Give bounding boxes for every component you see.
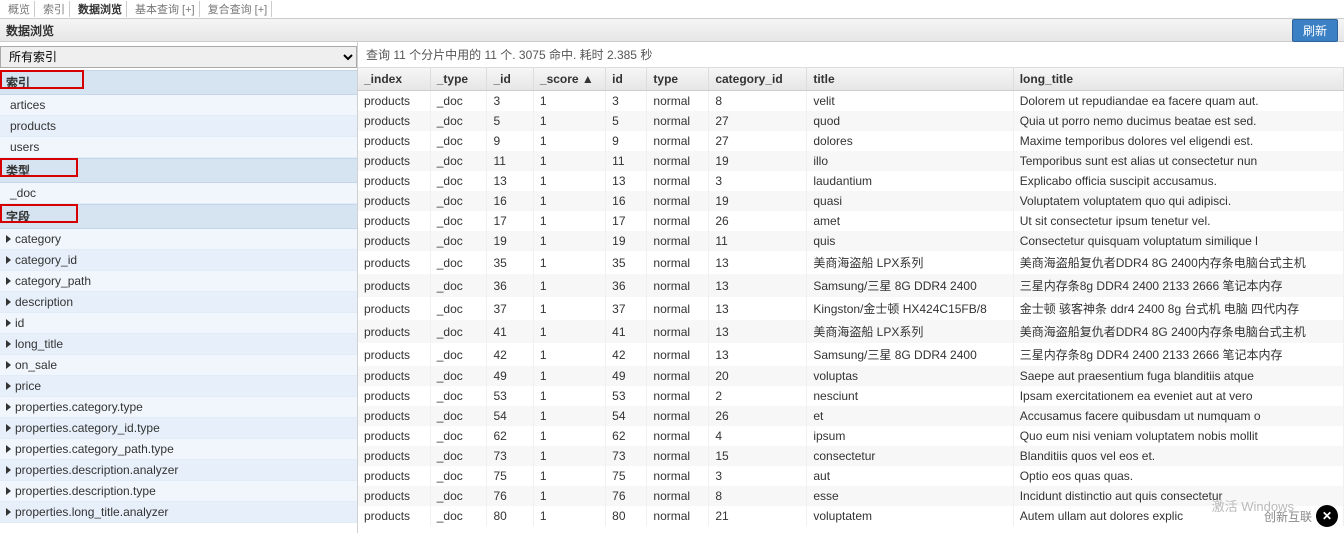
main-panel: 查询 11 个分片中用的 11 个. 3075 命中. 耗时 2.385 秒 _… bbox=[358, 42, 1344, 533]
table-row[interactable]: products_doc13113normal3laudantiumExplic… bbox=[358, 171, 1344, 191]
expand-icon bbox=[6, 298, 11, 306]
table-row[interactable]: products_doc919normal27doloresMaxime tem… bbox=[358, 131, 1344, 151]
table-row[interactable]: products_doc54154normal26etAccusamus fac… bbox=[358, 406, 1344, 426]
col-long_title[interactable]: long_title bbox=[1013, 68, 1343, 91]
table-row[interactable]: products_doc41141normal13美商海盗船 LPX系列美商海盗… bbox=[358, 320, 1344, 343]
table-row[interactable]: products_doc19119normal11quisConsectetur… bbox=[358, 231, 1344, 251]
field-item[interactable]: properties.category.type bbox=[0, 397, 357, 418]
expand-icon bbox=[6, 424, 11, 432]
field-item[interactable]: long_title bbox=[0, 334, 357, 355]
expand-icon bbox=[6, 382, 11, 390]
section-type: 类型 bbox=[0, 158, 357, 183]
table-row[interactable]: products_doc17117normal26ametUt sit cons… bbox=[358, 211, 1344, 231]
expand-icon bbox=[6, 340, 11, 348]
expand-icon bbox=[6, 508, 11, 516]
table-row[interactable]: products_doc515normal27quodQuia ut porro… bbox=[358, 111, 1344, 131]
table-row[interactable]: products_doc313normal8velitDolorem ut re… bbox=[358, 91, 1344, 112]
field-item[interactable]: properties.long_title.analyzer bbox=[0, 502, 357, 523]
expand-icon bbox=[6, 319, 11, 327]
expand-icon bbox=[6, 361, 11, 369]
table-row[interactable]: products_doc36136normal13Samsung/三星 8G D… bbox=[358, 274, 1344, 297]
top-tabs: 概览索引数据浏览基本查询 [+]复合查询 [+] bbox=[0, 0, 1344, 18]
col-_score[interactable]: _score ▲ bbox=[533, 68, 605, 91]
col-_type[interactable]: _type bbox=[430, 68, 487, 91]
expand-icon bbox=[6, 487, 11, 495]
index-item[interactable]: artices bbox=[0, 95, 357, 116]
col-category_id[interactable]: category_id bbox=[709, 68, 807, 91]
field-item[interactable]: properties.description.analyzer bbox=[0, 460, 357, 481]
table-row[interactable]: products_doc16116normal19quasiVoluptatem… bbox=[358, 191, 1344, 211]
section-field: 字段 bbox=[0, 204, 357, 229]
table-row[interactable]: products_doc76176normal8esseIncidunt dis… bbox=[358, 486, 1344, 506]
tab-2[interactable]: 数据浏览 bbox=[74, 1, 127, 17]
index-item[interactable]: products bbox=[0, 116, 357, 137]
field-item[interactable]: description bbox=[0, 292, 357, 313]
table-row[interactable]: products_doc80180normal21voluptatemAutem… bbox=[358, 506, 1344, 526]
tab-3[interactable]: 基本查询 [+] bbox=[131, 1, 200, 17]
table-row[interactable]: products_doc37137normal13Kingston/金士顿 HX… bbox=[358, 297, 1344, 320]
field-item[interactable]: properties.description.type bbox=[0, 481, 357, 502]
expand-icon bbox=[6, 256, 11, 264]
refresh-button[interactable]: 刷新 bbox=[1292, 19, 1338, 42]
field-item[interactable]: on_sale bbox=[0, 355, 357, 376]
field-item[interactable]: id bbox=[0, 313, 357, 334]
field-item[interactable]: category_id bbox=[0, 250, 357, 271]
sidebar: 所有索引 索引 articesproductsusers 类型 _doc 字段 … bbox=[0, 42, 358, 533]
col-_id[interactable]: _id bbox=[487, 68, 533, 91]
tab-4[interactable]: 复合查询 [+] bbox=[204, 1, 273, 17]
section-index: 索引 bbox=[0, 70, 357, 95]
expand-icon bbox=[6, 466, 11, 474]
table-row[interactable]: products_doc53153normal2nesciuntIpsam ex… bbox=[358, 386, 1344, 406]
table-row[interactable]: products_doc62162normal4ipsumQuo eum nis… bbox=[358, 426, 1344, 446]
index-item[interactable]: users bbox=[0, 137, 357, 158]
table-row[interactable]: products_doc42142normal13Samsung/三星 8G D… bbox=[358, 343, 1344, 366]
tab-0[interactable]: 概览 bbox=[4, 1, 35, 17]
table-row[interactable]: products_doc75175normal3autOptio eos qua… bbox=[358, 466, 1344, 486]
col-_index[interactable]: _index bbox=[358, 68, 430, 91]
results-table: _index_type_id_score ▲idtypecategory_idt… bbox=[358, 68, 1344, 526]
header-bar: 数据浏览 刷新 bbox=[0, 18, 1344, 42]
field-item[interactable]: category bbox=[0, 229, 357, 250]
tab-1[interactable]: 索引 bbox=[39, 1, 70, 17]
col-type[interactable]: type bbox=[647, 68, 709, 91]
expand-icon bbox=[6, 445, 11, 453]
expand-icon bbox=[6, 277, 11, 285]
table-row[interactable]: products_doc49149normal20voluptasSaepe a… bbox=[358, 366, 1344, 386]
field-item[interactable]: price bbox=[0, 376, 357, 397]
table-row[interactable]: products_doc73173normal15consecteturBlan… bbox=[358, 446, 1344, 466]
col-id[interactable]: id bbox=[606, 68, 647, 91]
field-item[interactable]: properties.category_path.type bbox=[0, 439, 357, 460]
table-row[interactable]: products_doc35135normal13美商海盗船 LPX系列美商海盗… bbox=[358, 251, 1344, 274]
query-status: 查询 11 个分片中用的 11 个. 3075 命中. 耗时 2.385 秒 bbox=[358, 42, 1344, 68]
page-title: 数据浏览 bbox=[6, 22, 54, 39]
col-title[interactable]: title bbox=[807, 68, 1013, 91]
field-item[interactable]: properties.category_id.type bbox=[0, 418, 357, 439]
table-row[interactable]: products_doc11111normal19illoTemporibus … bbox=[358, 151, 1344, 171]
expand-icon bbox=[6, 403, 11, 411]
field-item[interactable]: category_path bbox=[0, 271, 357, 292]
type-item[interactable]: _doc bbox=[0, 183, 357, 204]
expand-icon bbox=[6, 235, 11, 243]
index-selector[interactable]: 所有索引 bbox=[0, 46, 357, 68]
